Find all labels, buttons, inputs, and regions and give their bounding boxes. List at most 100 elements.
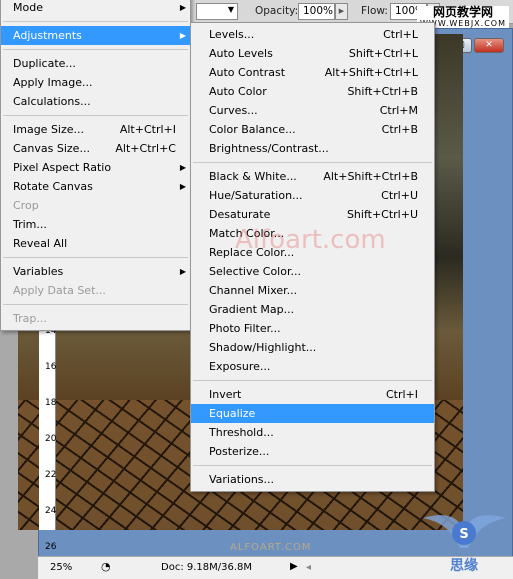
menu-item-selective-color[interactable]: Selective Color... — [191, 262, 434, 281]
menu-item-levels[interactable]: Levels... Ctrl+L — [191, 25, 434, 44]
menu-item-posterize[interactable]: Posterize... — [191, 442, 434, 461]
menu-item-label: Trim... — [13, 218, 47, 231]
menu-shortcut: Ctrl+U — [381, 189, 418, 202]
chevron-down-icon: ▼ — [227, 5, 234, 14]
submenu-arrow-icon: ▶ — [179, 31, 186, 40]
menu-item-label: Calculations... — [13, 95, 91, 108]
menu-item-label: Reveal All — [13, 237, 68, 250]
menu-item-label: Auto Levels — [209, 47, 273, 60]
menu-item-black-white[interactable]: Black & White... Alt+Shift+Ctrl+B — [191, 167, 434, 186]
menu-item-threshold[interactable]: Threshold... — [191, 423, 434, 442]
menu-item-replace-color[interactable]: Replace Color... — [191, 243, 434, 262]
ruler-label: 22 — [45, 470, 57, 480]
submenu-arrow-icon: ▶ — [179, 267, 186, 276]
menu-item-trim[interactable]: Trim... — [1, 215, 190, 234]
menu-item-label: Equalize — [209, 407, 256, 420]
menu-item-label: Levels... — [209, 28, 255, 41]
menu-item-label: Selective Color... — [209, 265, 301, 278]
menu-item-variations[interactable]: Variations... — [191, 470, 434, 489]
menu-item-gradient-map[interactable]: Gradient Map... — [191, 300, 434, 319]
menu-item-rotate-canvas[interactable]: Rotate Canvas ▶ — [1, 177, 190, 196]
scroll-left-icon[interactable]: ◂ — [306, 562, 311, 573]
menu-shortcut: Shift+Ctrl+L — [348, 47, 418, 60]
status-icon[interactable]: ◔ — [101, 560, 111, 573]
menu-shortcut: Ctrl+M — [379, 104, 418, 117]
menu-item-duplicate[interactable]: Duplicate... — [1, 54, 190, 73]
menu-item-calculations[interactable]: Calculations... — [1, 92, 190, 111]
menu-item-label: Auto Color — [209, 85, 267, 98]
menu-item-label: Posterize... — [209, 445, 270, 458]
opacity-input[interactable]: 100% — [298, 3, 335, 20]
menu-item-color-balance[interactable]: Color Balance... Ctrl+B — [191, 120, 434, 139]
menu-item-label: Replace Color... — [209, 246, 295, 259]
menu-item-label: Image Size... — [13, 123, 85, 136]
menu-separator — [1, 17, 190, 26]
opacity-arrow-icon[interactable]: ▶ — [335, 3, 348, 20]
zoom-level[interactable]: 25% — [50, 562, 72, 573]
menu-item-label: Canvas Size... — [13, 142, 90, 155]
menu-item-label: Invert — [209, 388, 242, 401]
menu-item-label: Auto Contrast — [209, 66, 286, 79]
image-menu: Mode ▶ Adjustments ▶ Duplicate... Apply Image… — [0, 0, 191, 331]
menu-shortcut: Alt+Ctrl+I — [119, 123, 176, 136]
menu-item-auto-levels[interactable]: Auto Levels Shift+Ctrl+L — [191, 44, 434, 63]
menu-item-brightness-contrast[interactable]: Brightness/Contrast... — [191, 139, 434, 158]
menu-item-reveal-all[interactable]: Reveal All — [1, 234, 190, 253]
menu-item-label: Adjustments — [13, 29, 82, 42]
logo-watermark: S 思缘 — [423, 515, 506, 574]
menu-item-label: Desaturate — [209, 208, 271, 221]
menu-item-hue-saturation[interactable]: Hue/Saturation... Ctrl+U — [191, 186, 434, 205]
svg-text:S: S — [459, 527, 468, 542]
menu-separator — [191, 158, 434, 167]
menu-item-label: Color Balance... — [209, 123, 296, 136]
menu-item-label: Exposure... — [209, 360, 271, 373]
menu-shortcut: Alt+Shift+Ctrl+L — [324, 66, 418, 79]
menu-item-mode[interactable]: Mode ▶ — [1, 0, 190, 17]
menu-item-label: Duplicate... — [13, 57, 76, 70]
menu-item-label: Channel Mixer... — [209, 284, 298, 297]
menu-item-auto-color[interactable]: Auto Color Shift+Ctrl+B — [191, 82, 434, 101]
menu-shortcut: Alt+Shift+Ctrl+B — [323, 170, 418, 183]
menu-item-adjustments[interactable]: Adjustments ▶ — [1, 26, 190, 45]
submenu-arrow-icon: ▶ — [179, 163, 186, 172]
menu-item-label: Threshold... — [209, 426, 274, 439]
menu-item-channel-mixer[interactable]: Channel Mixer... — [191, 281, 434, 300]
menu-item-label: Black & White... — [209, 170, 297, 183]
menu-separator — [191, 376, 434, 385]
menu-item-canvas-size[interactable]: Canvas Size... Alt+Ctrl+C — [1, 139, 190, 158]
menu-separator — [1, 45, 190, 54]
menu-item-apply-image[interactable]: Apply Image... — [1, 73, 190, 92]
menu-item-variables[interactable]: Variables ▶ — [1, 262, 190, 281]
menu-item-curves[interactable]: Curves... Ctrl+M — [191, 101, 434, 120]
menu-shortcut: Shift+Ctrl+U — [346, 208, 418, 221]
menu-item-label: Shadow/Highlight... — [209, 341, 317, 354]
menu-separator — [1, 253, 190, 262]
menu-item-invert[interactable]: Invert Ctrl+I — [191, 385, 434, 404]
menu-item-trap[interactable]: Trap... — [1, 309, 190, 328]
menu-item-shadow-highlight[interactable]: Shadow/Highlight... — [191, 338, 434, 357]
menu-item-label: Variations... — [209, 473, 275, 486]
menu-item-label: Gradient Map... — [209, 303, 295, 316]
ruler-label: 26 — [45, 542, 57, 552]
menu-item-match-color[interactable]: Match Color... — [191, 224, 434, 243]
ruler-label: 24 — [45, 506, 57, 516]
menu-item-label: Brightness/Contrast... — [209, 142, 329, 155]
menu-item-photo-filter[interactable]: Photo Filter... — [191, 319, 434, 338]
menu-item-auto-contrast[interactable]: Auto Contrast Alt+Shift+Ctrl+L — [191, 63, 434, 82]
menu-item-crop[interactable]: Crop — [1, 196, 190, 215]
mode-dropdown[interactable]: ▼ — [196, 3, 238, 20]
status-menu-arrow-icon[interactable]: ▶ — [290, 561, 298, 572]
menu-item-image-size[interactable]: Image Size... Alt+Ctrl+I — [1, 120, 190, 139]
menu-separator — [191, 461, 434, 470]
ruler-label: 18 — [45, 398, 57, 408]
ruler-label: 20 — [45, 434, 57, 444]
menu-item-desaturate[interactable]: Desaturate Shift+Ctrl+U — [191, 205, 434, 224]
menu-item-label: Apply Data Set... — [13, 284, 106, 297]
menu-item-label: Hue/Saturation... — [209, 189, 303, 202]
menu-item-exposure[interactable]: Exposure... — [191, 357, 434, 376]
menu-item-pixel-aspect-ratio[interactable]: Pixel Aspect Ratio ▶ — [1, 158, 190, 177]
menu-item-apply-data-set[interactable]: Apply Data Set... — [1, 281, 190, 300]
menu-item-equalize[interactable]: Equalize — [191, 404, 434, 423]
close-icon[interactable]: ✕ — [474, 38, 504, 53]
menu-item-label: Match Color... — [209, 227, 285, 240]
